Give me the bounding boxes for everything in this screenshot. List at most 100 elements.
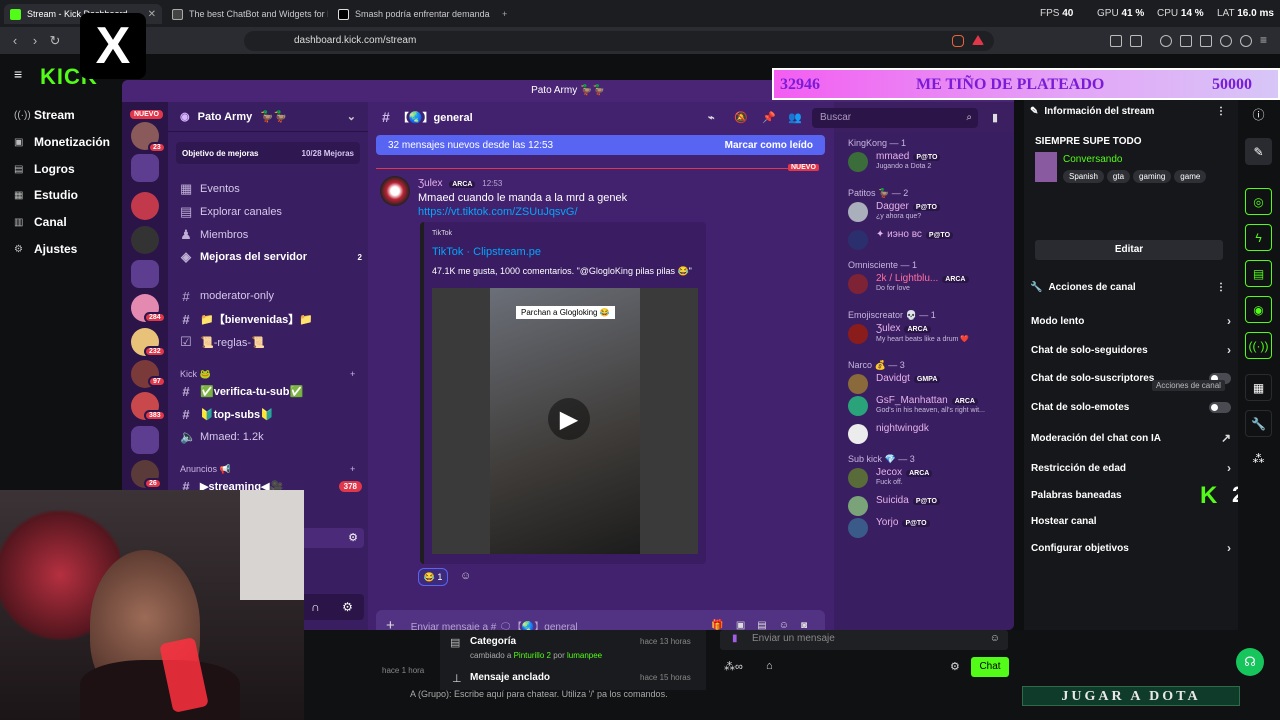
play-icon[interactable]: ▶ [548,398,590,440]
channel-verifica[interactable]: # ✅verifica-tu-sub✅ [180,381,362,401]
back-icon[interactable]: ‹ [8,34,22,48]
add-reaction-icon[interactable]: ☺ [460,570,471,582]
channel-explorar[interactable]: ▤ Explorar canales [180,202,362,222]
channel-top-subs[interactable]: # 🔰top-subs🔰 [180,404,362,424]
chat-send-button[interactable]: Chat [971,657,1009,677]
server-icon[interactable] [131,192,159,220]
folder-icon[interactable] [131,154,159,182]
wrench-icon[interactable]: 🔧 [1245,410,1272,437]
people-icon[interactable]: ⁂ [1245,446,1272,473]
reload-icon[interactable]: ↻ [48,34,62,48]
attach-plus-icon[interactable]: + [386,617,395,631]
member-item[interactable]: GsF_Manhattan ARCA God's in his heaven, al… [848,394,1010,418]
member-list-icon[interactable]: 👥 [788,111,802,124]
category-kick[interactable]: Kick 🐸 + [180,369,355,380]
shield-icon[interactable] [1240,35,1252,47]
add-channel-icon[interactable]: + [350,464,355,474]
member-item[interactable]: mmaed P@TO Jugando a Dota 2 [848,150,1010,174]
member-item[interactable]: nightwingdk [848,422,1010,446]
message-link[interactable]: https://vt.tiktok.com/ZSUuJqsvG/ [418,206,578,218]
nav-ajustes[interactable]: ⚙ Ajustes [14,242,77,256]
server-icon[interactable] [131,226,159,254]
channel-action-row[interactable]: Configurar objetivos › [1031,541,1231,555]
member-item[interactable]: Suicida P@TO [848,494,1010,518]
help-headset-icon[interactable]: ☊ [1236,648,1264,676]
server-header[interactable]: ◉ Pato Army 🦆🦆 ⌄ [168,102,368,132]
screenshot-icon[interactable] [1130,35,1142,47]
member-item[interactable]: Jecox ARCA Fuck off. [848,466,1010,490]
toggle-switch[interactable] [1209,402,1231,413]
broadcast-icon[interactable]: ((·)) [1245,332,1272,359]
music-icon[interactable] [1160,35,1172,47]
dota-play-button[interactable]: JUGAR A DOTA [1022,686,1240,706]
member-item[interactable]: Davidgt GMPA [848,372,1010,396]
member-item[interactable]: ✦ иэно вс P@TO [848,228,1010,252]
wallet-icon[interactable] [1200,35,1212,47]
new-messages-bar[interactable]: 32 mensajes nuevos desde las 12:53 Marca… [376,135,825,155]
chat-bubble-icon[interactable]: ◉ [1245,296,1272,323]
channel-action-row[interactable]: Modo lento › [1031,314,1231,328]
channel-mejoras[interactable]: ◈ Mejoras del servidor 2 [180,247,362,267]
sidebar-icon[interactable] [1180,35,1192,47]
mark-read-button[interactable]: Marcar como leído [725,140,813,151]
category-anuncios[interactable]: Anuncios 📢 + [180,464,355,475]
tab-smash[interactable]: Smash podría enfrentar demanda po ✕ [332,4,492,24]
users-icon[interactable]: ⁂∞ [724,660,743,673]
doc-icon[interactable]: ▤ [1245,260,1272,287]
channel-action-row[interactable]: Moderación del chat con IA ↗ [1031,431,1231,445]
edit-button[interactable]: Editar [1035,240,1223,260]
kick-chat-input[interactable]: Enviar un mensaje ▮ ☺ [720,630,1008,650]
headphones-icon[interactable]: ∩ [311,600,320,614]
target-icon[interactable]: ◎ [1245,188,1272,215]
nav-canal[interactable]: ▥ Canal [14,215,67,229]
vpn-icon[interactable] [1220,35,1232,47]
store-icon[interactable]: ⌂ [766,660,773,672]
boost-goal-bar[interactable]: Objetivo de mejoras 10/28 Mejoras [176,142,360,164]
extension-icon[interactable] [1110,35,1122,47]
channel-eventos[interactable]: ▦ Eventos [180,179,362,199]
channel-reglas[interactable]: ☑ 📜-reglas-📜 [180,332,362,352]
message-author[interactable]: Ʒulex [418,178,442,189]
channel-action-row[interactable]: Chat de solo-seguidores › [1031,343,1231,357]
edit-icon[interactable]: ✎ [1245,138,1272,165]
add-channel-icon[interactable]: + [350,369,355,379]
channel-mmaed-voice[interactable]: 🔈 Mmaed: 1.2k [180,427,362,447]
nav-estudio[interactable]: ▦ Estudio [14,188,78,202]
game-chat-input[interactable]: A (Grupo): Escribe aquí para chatear. Ut… [410,686,880,702]
reaction-chip[interactable]: 😂 1 [418,568,448,586]
channel-action-row[interactable]: Restricción de edad › [1031,461,1231,475]
settings-icon[interactable]: ⚙ [342,600,353,614]
member-item[interactable]: 2k / Lightblu... ARCA Do for love [848,272,1010,296]
pin-icon[interactable]: 📌 [762,111,776,124]
avatar[interactable] [380,176,410,206]
url-field[interactable]: dashboard.kick.com/stream [244,31,994,51]
chat-settings-icon[interactable]: ⚙ [950,660,960,673]
member-item[interactable]: Yorjo P@TO [848,516,1010,540]
layout-icon[interactable]: ▦ [1245,374,1272,401]
channel-bienvenidas[interactable]: # 📁【bienvenidas】📁 [180,309,362,329]
channel-moderator-only[interactable]: # moderator-only [180,286,362,306]
activity-user[interactable]: lumanpee [567,651,602,660]
stream-category[interactable]: Conversando [1063,154,1122,165]
message-composer[interactable]: + Enviar mensaje a # 🗨【🌏】general 🎁▣▤☺◙ [376,610,825,630]
emote-icon[interactable]: ☺ [990,630,1000,648]
brave-shield-icon[interactable] [952,35,964,47]
chevron-down-icon[interactable]: ⌄ [347,110,356,123]
embed-title[interactable]: TikTok · Clipstream.pe [432,246,541,258]
bookmark-icon[interactable]: ▮ [992,111,998,124]
nav-logros[interactable]: ▤ Logros [14,162,75,176]
close-icon[interactable]: ✕ [148,9,156,20]
member-item[interactable]: Dagger P@TO ¿y ahora que? [848,200,1010,224]
mute-icon[interactable]: 🔕 [734,111,748,124]
threads-icon[interactable]: ⌁ [708,111,715,124]
bolt-icon[interactable]: ϟ [1245,224,1272,251]
activity-game[interactable]: Pinturillo 2 [514,651,551,660]
more-icon[interactable]: ⋮ [1216,282,1226,293]
folder-icon[interactable] [131,260,159,288]
search-input[interactable]: Buscar ⌕ [812,108,978,128]
composer-tools-icons[interactable]: 🎁▣▤☺◙ [711,620,825,631]
embed-video[interactable]: Parchan a Glogloking 😂 ▶ [432,288,698,554]
channel-action-row[interactable]: Chat de solo-emotes [1031,402,1231,413]
tab-chatbot[interactable]: The best ChatBot and Widgets for Ki ✕ [166,4,328,24]
channel-action-row[interactable]: Hostear canal [1031,516,1231,527]
